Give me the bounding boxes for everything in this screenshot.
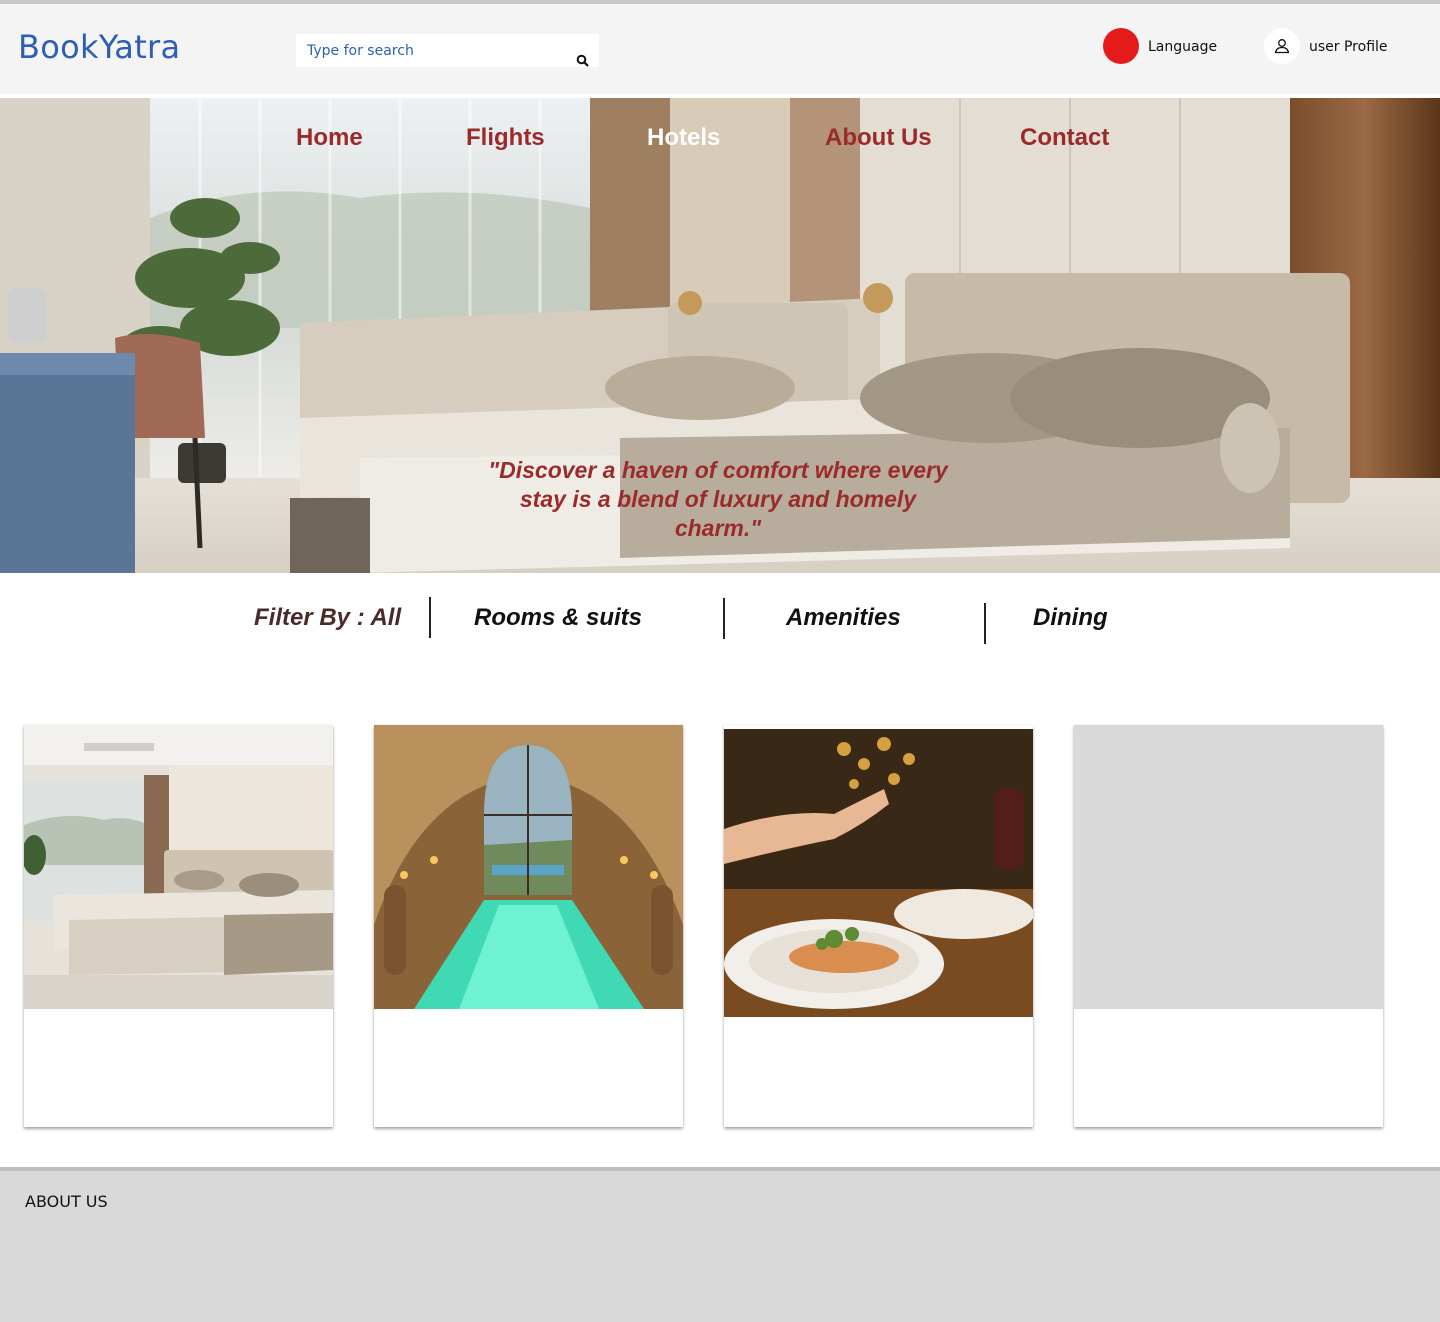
nav-hotels[interactable]: Hotels bbox=[647, 124, 720, 152]
user-profile-icon[interactable] bbox=[1264, 28, 1300, 64]
image-placeholder bbox=[1074, 725, 1383, 1009]
user-profile-label[interactable]: user Profile bbox=[1309, 39, 1388, 55]
filter-tab-dining[interactable]: Dining bbox=[1033, 604, 1108, 632]
card-amenities[interactable] bbox=[374, 725, 683, 1127]
brand-logo[interactable]: BookYatra bbox=[18, 28, 180, 66]
footer-about-title: ABOUT US bbox=[25, 1192, 108, 1211]
nav-about-us[interactable]: About Us bbox=[825, 124, 932, 152]
filter-tab-amenities[interactable]: Amenities bbox=[786, 604, 901, 632]
nav-home[interactable]: Home bbox=[296, 124, 363, 152]
site-header: BookYatra Language user Profile bbox=[0, 4, 1440, 94]
search-input[interactable] bbox=[296, 34, 556, 67]
filter-divider bbox=[984, 603, 986, 644]
hero-quote: "Discover a haven of comfort where every… bbox=[488, 457, 948, 541]
card-rooms[interactable] bbox=[24, 725, 333, 1127]
card-placeholder[interactable] bbox=[1074, 725, 1383, 1127]
filter-divider bbox=[723, 598, 725, 639]
language-label[interactable]: Language bbox=[1148, 39, 1217, 55]
indoor-pool-image bbox=[374, 725, 683, 1009]
nav-flights[interactable]: Flights bbox=[466, 124, 545, 152]
nav-contact[interactable]: Contact bbox=[1020, 124, 1109, 152]
site-footer: ABOUT US bbox=[0, 1171, 1440, 1322]
filter-tab-rooms[interactable]: Rooms & suits bbox=[474, 604, 642, 632]
hero-banner: Home Flights Hotels About Us Contact "Di… bbox=[0, 98, 1440, 573]
hotel-room-image bbox=[24, 725, 333, 1009]
search-box[interactable] bbox=[296, 34, 599, 67]
dining-plate-image bbox=[724, 729, 1033, 1017]
filter-divider bbox=[429, 597, 431, 638]
card-dining[interactable] bbox=[724, 725, 1033, 1127]
filter-label[interactable]: Filter By : All bbox=[254, 604, 401, 632]
language-icon[interactable] bbox=[1103, 28, 1139, 64]
search-icon[interactable] bbox=[576, 54, 590, 68]
